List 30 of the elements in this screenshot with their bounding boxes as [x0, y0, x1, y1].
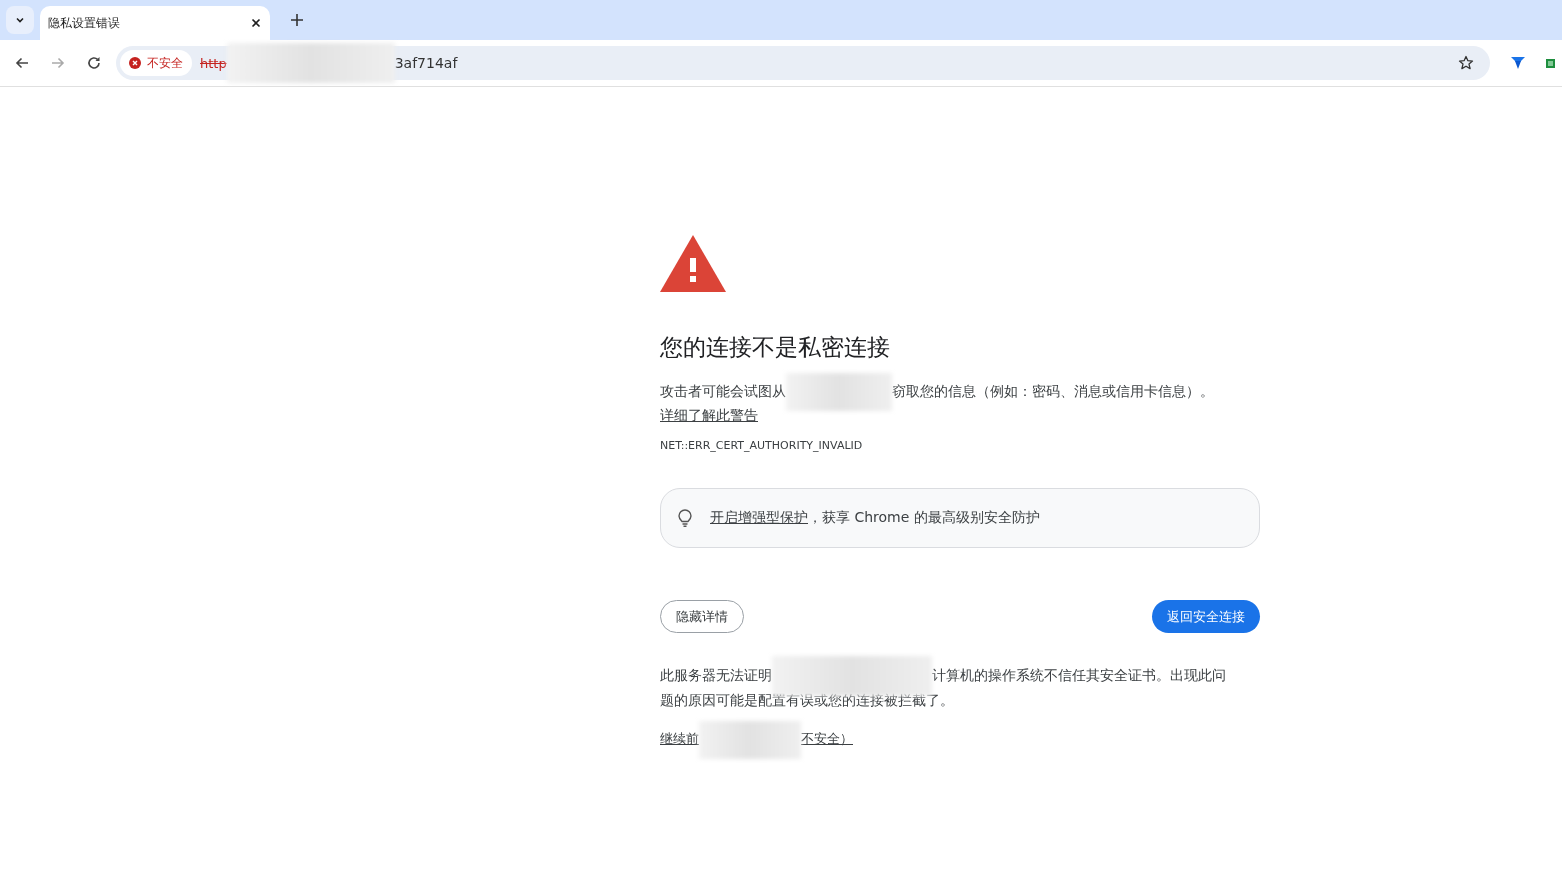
error-icon — [129, 57, 141, 69]
new-tab-icon[interactable] — [290, 13, 304, 27]
address-bar[interactable]: 不安全 http 3af714af — [116, 46, 1490, 80]
lightbulb-icon — [678, 509, 692, 527]
details-text: 题的原因可能是配置有误或您的连接被拦截了。 — [660, 692, 954, 708]
tip-text: ，获享 Chrome 的最高级别安全防护 — [808, 509, 1040, 525]
warning-message: 攻击者可能会试图从 — [660, 383, 786, 399]
learn-more-link[interactable]: 详细了解此警告 — [660, 407, 758, 423]
page-heading: 您的连接不是私密连接 — [660, 333, 891, 362]
star-icon[interactable] — [1458, 55, 1474, 71]
hide-details-button[interactable]: 隐藏详情 — [660, 600, 744, 633]
warning-icon — [660, 234, 726, 292]
security-chip[interactable]: 不安全 — [120, 50, 192, 76]
warning-message: 窃取您的信息（例如：密码、消息或信用卡信息）。 — [892, 383, 1214, 399]
browser-tab[interactable]: 隐私设置错误 — [40, 6, 270, 40]
url-text: 3af714af — [394, 55, 458, 71]
back-to-safety-button[interactable]: 返回安全连接 — [1152, 600, 1260, 633]
close-icon[interactable] — [250, 17, 262, 29]
reload-icon[interactable] — [86, 55, 102, 71]
url-scheme: http — [200, 55, 227, 71]
tab-title: 隐私设置错误 — [48, 14, 121, 32]
details-text: 计算机的操作系统不信任其安全证书。出现此问 — [932, 667, 1226, 683]
enhanced-protection-link[interactable]: 开启增强型保护 — [710, 509, 808, 525]
proceed-link[interactable]: 不安全） — [801, 731, 853, 746]
details-text: 此服务器无法证明 — [660, 667, 772, 683]
back-icon[interactable] — [14, 55, 30, 71]
extension-icon[interactable] — [1510, 55, 1526, 71]
extension-icon[interactable] — [1546, 58, 1555, 68]
error-code: NET::ERR_CERT_AUTHORITY_INVALID — [660, 439, 864, 452]
proceed-link[interactable]: 继续前 — [660, 731, 699, 746]
